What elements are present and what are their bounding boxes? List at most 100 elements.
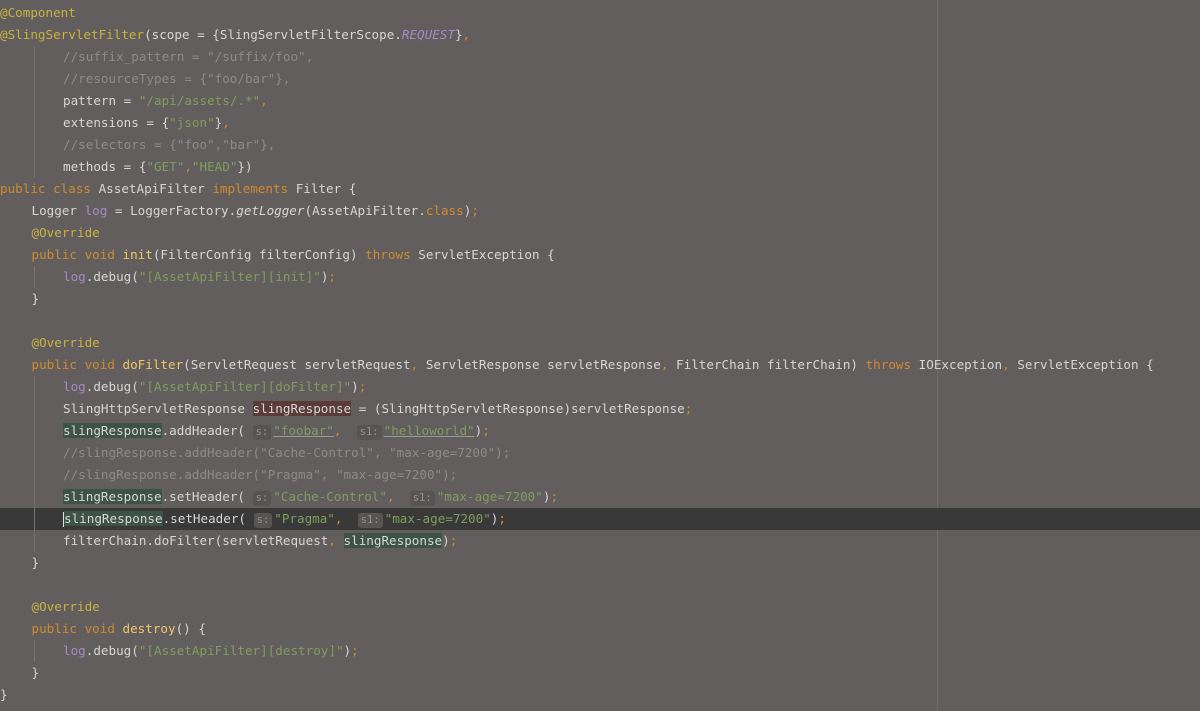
indent-guide bbox=[33, 156, 35, 178]
code-line[interactable]: @Override bbox=[0, 332, 1200, 354]
code-line[interactable]: SlingHttpServletResponse slingResponse =… bbox=[0, 398, 1200, 420]
code-token: ; bbox=[471, 203, 479, 218]
indent-guide bbox=[33, 68, 35, 90]
code-token: ; bbox=[328, 269, 336, 284]
code-token: IOException bbox=[918, 357, 1003, 372]
code-token: log bbox=[63, 379, 86, 394]
code-text: log.debug("[AssetApiFilter][doFilter]"); bbox=[63, 376, 366, 398]
code-line[interactable] bbox=[0, 310, 1200, 332]
code-line[interactable]: methods = {"GET","HEAD"}) bbox=[0, 156, 1200, 178]
indent-guide bbox=[33, 90, 35, 112]
code-token: log bbox=[63, 643, 86, 658]
code-text: slingResponse.setHeader( s: "Pragma", s1:… bbox=[63, 508, 506, 530]
code-token: , bbox=[1002, 357, 1018, 372]
code-line[interactable]: extensions = {"json"}, bbox=[0, 112, 1200, 134]
code-text: @SlingServletFilter(scope = {SlingServle… bbox=[0, 24, 470, 46]
indent-guide bbox=[33, 376, 35, 398]
code-token: .debug( bbox=[85, 269, 139, 284]
code-token: ; bbox=[498, 511, 506, 526]
code-token: @Override bbox=[31, 225, 100, 240]
indent-guide bbox=[33, 640, 35, 662]
parameter-hint: s1: bbox=[356, 425, 382, 440]
code-text: //resourceTypes = {"foo/bar"}, bbox=[63, 68, 290, 90]
code-text: } bbox=[32, 288, 40, 310]
code-token: "Cache-Control" bbox=[273, 489, 387, 504]
code-line[interactable]: public void destroy() { bbox=[0, 618, 1200, 640]
indent-guide bbox=[33, 464, 35, 486]
code-token: .setHeader( bbox=[161, 489, 253, 504]
code-line[interactable] bbox=[0, 574, 1200, 596]
code-token: Filter { bbox=[295, 181, 357, 196]
code-token: slingResponse bbox=[252, 401, 352, 416]
code-token: , bbox=[222, 115, 230, 130]
code-token: ; bbox=[358, 379, 367, 394]
code-line[interactable]: //selectors = {"foo","bar"}, bbox=[0, 134, 1200, 156]
code-text: public void init(FilterConfig filterConf… bbox=[32, 244, 555, 266]
parameter-hint: s1: bbox=[409, 491, 435, 506]
code-line[interactable]: //slingResponse.addHeader("Cache-Control… bbox=[0, 442, 1200, 464]
code-line[interactable]: //resourceTypes = {"foo/bar"}, bbox=[0, 68, 1200, 90]
code-token: destroy bbox=[122, 621, 176, 636]
code-line[interactable]: } bbox=[0, 662, 1200, 684]
code-token: log bbox=[63, 269, 86, 284]
code-token: ServletException { bbox=[1017, 357, 1154, 372]
code-line[interactable]: public void doFilter(ServletRequest serv… bbox=[0, 354, 1200, 376]
code-line[interactable]: log.debug("[AssetApiFilter][init]"); bbox=[0, 266, 1200, 288]
code-line[interactable]: @Override bbox=[0, 222, 1200, 244]
code-text: public class AssetApiFilter implements F… bbox=[0, 178, 356, 200]
code-token: FilterChain filterChain) bbox=[676, 357, 866, 372]
code-line[interactable]: } bbox=[0, 288, 1200, 310]
code-token: .addHeader( bbox=[161, 423, 253, 438]
code-token: implements bbox=[212, 181, 296, 196]
code-token: slingResponse bbox=[343, 533, 443, 548]
code-line[interactable]: pattern = "/api/assets/.*", bbox=[0, 90, 1200, 112]
code-token: "max-age=7200" bbox=[436, 489, 543, 504]
code-token: } bbox=[31, 555, 40, 570]
code-line[interactable]: slingResponse.setHeader( s: "Pragma", s1:… bbox=[0, 508, 1200, 530]
code-token: }) bbox=[237, 159, 253, 174]
code-line[interactable]: } bbox=[0, 552, 1200, 574]
code-token: "max-age=7200" bbox=[384, 511, 491, 526]
code-line[interactable]: slingResponse.setHeader( s: "Cache-Contro… bbox=[0, 486, 1200, 508]
code-line[interactable]: slingResponse.addHeader( s: "foobar", s1:… bbox=[0, 420, 1200, 442]
code-token: , bbox=[462, 27, 471, 42]
parameter-hint: s: bbox=[252, 425, 272, 440]
code-token: throws bbox=[865, 357, 919, 372]
code-line[interactable]: @Component bbox=[0, 2, 1200, 24]
code-text: public void destroy() { bbox=[32, 618, 206, 640]
code-token: "json" bbox=[169, 115, 215, 130]
code-line[interactable]: public class AssetApiFilter implements F… bbox=[0, 178, 1200, 200]
code-token: (FilterConfig filterConfig) bbox=[152, 247, 366, 262]
code-text: SlingHttpServletResponse slingResponse =… bbox=[63, 398, 692, 420]
code-text: @Override bbox=[32, 332, 100, 354]
code-line[interactable]: Logger log = LoggerFactory.getLogger(Ass… bbox=[0, 200, 1200, 222]
code-token: "[AssetApiFilter][init]" bbox=[138, 269, 321, 284]
code-text: } bbox=[32, 552, 40, 574]
code-line[interactable]: @Override bbox=[0, 596, 1200, 618]
code-token: } bbox=[31, 665, 40, 680]
code-token: @Component bbox=[0, 5, 76, 20]
code-token: throws bbox=[365, 247, 419, 262]
code-editor[interactable]: @Component @SlingServletFilter(scope = {S… bbox=[0, 0, 1200, 711]
code-line[interactable]: log.debug("[AssetApiFilter][destroy]"); bbox=[0, 640, 1200, 662]
code-line[interactable]: filterChain.doFilter(servletRequest, sli… bbox=[0, 530, 1200, 552]
indent-guide bbox=[33, 486, 35, 508]
code-token: , bbox=[334, 511, 358, 526]
code-line[interactable]: @SlingServletFilter(scope = {SlingServle… bbox=[0, 24, 1200, 46]
code-text: } bbox=[32, 662, 40, 684]
code-token: , bbox=[386, 489, 410, 504]
code-line[interactable]: public void init(FilterConfig filterConf… bbox=[0, 244, 1200, 266]
code-token: public class bbox=[0, 181, 99, 196]
code-line[interactable]: //slingResponse.addHeader("Pragma", "max… bbox=[0, 464, 1200, 486]
code-token: ; bbox=[684, 401, 693, 416]
code-text: Logger log = LoggerFactory.getLogger(Ass… bbox=[32, 200, 479, 222]
code-line[interactable]: log.debug("[AssetApiFilter][doFilter]"); bbox=[0, 376, 1200, 398]
code-token: filterChain.doFilter(servletRequest bbox=[63, 533, 329, 548]
code-line[interactable]: } bbox=[0, 684, 1200, 706]
code-line[interactable]: //suffix_pattern = "/suffix/foo", bbox=[0, 46, 1200, 68]
code-text: filterChain.doFilter(servletRequest, sli… bbox=[63, 530, 457, 552]
code-token: REQUEST bbox=[401, 27, 455, 42]
code-token: ServletException { bbox=[418, 247, 555, 262]
code-token: slingResponse bbox=[63, 423, 162, 438]
code-token: methods = { bbox=[63, 159, 147, 174]
